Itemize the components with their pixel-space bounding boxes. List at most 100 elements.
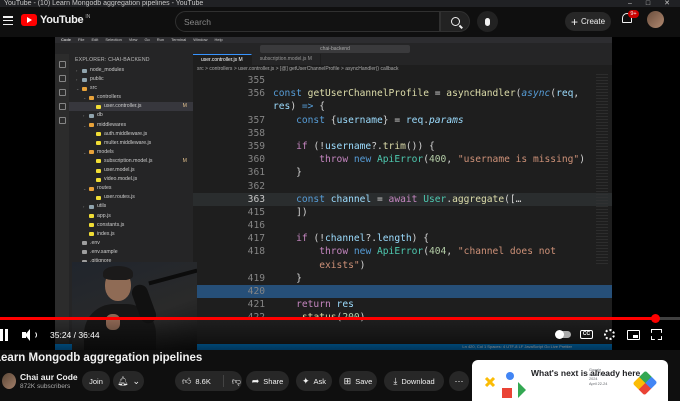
file-tree-label: controllers — [97, 94, 121, 101]
voice-search-button[interactable] — [477, 11, 498, 32]
ask-button[interactable]: ✦ Ask — [296, 371, 332, 391]
vscode-title-bar: chai-backend — [55, 43, 612, 54]
volume-icon[interactable] — [22, 329, 38, 341]
line-number: 358 — [247, 127, 265, 139]
search-button[interactable] — [440, 11, 470, 32]
time-display: 35:24 / 36:44 — [50, 330, 100, 340]
ad-brand-line: Google Cloud Next 2024 — [589, 368, 608, 382]
search-input[interactable]: Search — [175, 11, 440, 32]
folder-icon — [82, 86, 87, 91]
file-tree: › node_modules › public ⌄ src ⌄ controllers user… — [69, 66, 193, 266]
download-button[interactable]: ⤓ Download — [384, 371, 444, 391]
window-controls[interactable]: – □ ✕ — [628, 0, 680, 7]
file-tree-item: multer.middleware.js — [69, 139, 193, 148]
code-line: 421 return res — [193, 298, 612, 311]
notifications-button[interactable]: 9+ — [621, 10, 639, 27]
code-text: } — [273, 167, 302, 179]
thumbs-down-icon[interactable]: 👎︎ — [232, 376, 241, 386]
file-tree-label: constants.js — [97, 221, 125, 228]
file-tree-label: models — [97, 148, 114, 155]
file-tree-label: .env.sample — [90, 248, 118, 255]
more-button[interactable]: ⋯ — [449, 371, 469, 391]
channel-name[interactable]: Chai aur Code — [20, 372, 78, 382]
youtube-header: YouTube IN Search + Create 9+ — [0, 7, 680, 37]
file-tree-label: multer.middleware.js — [104, 139, 152, 146]
file-tree-item: .env — [69, 239, 193, 248]
line-number: 419 — [247, 272, 265, 284]
file-tree-item: .env.sample — [69, 248, 193, 257]
file-tree-item: user.controller.js M — [69, 102, 193, 112]
extensions-icon — [58, 117, 66, 124]
activity-bar — [55, 54, 69, 350]
settings-icon[interactable] — [604, 328, 618, 341]
line-number: 356 — [247, 88, 265, 100]
channel-avatar[interactable] — [2, 373, 16, 389]
video-player[interactable]: Code File Edit Selection View Go Run Terminal Wi… — [0, 37, 680, 350]
code-line: 417 if (!channel?.length) { — [193, 232, 612, 245]
code-text: res) => { — [273, 101, 326, 113]
line-number: 420 — [247, 286, 265, 297]
save-button[interactable]: ⊞ Save — [339, 371, 377, 391]
minimap — [596, 74, 608, 264]
mac-menu-item: Selection — [105, 37, 122, 42]
file-tree-label: node_modules — [90, 67, 125, 73]
file-tree-item: ⌄ controllers — [69, 93, 193, 102]
file-tree-item: index.js — [69, 230, 193, 239]
ad-date: April 22-24 — [589, 381, 608, 386]
code-text: return res — [296, 299, 354, 311]
account-avatar[interactable] — [647, 11, 664, 28]
thumbs-up-icon[interactable]: 👍︎ — [182, 376, 191, 386]
create-button[interactable]: + Create — [565, 12, 611, 31]
mac-menu-item: Code — [61, 37, 71, 42]
code-line: 363 const channel = await User.aggregate… — [193, 192, 612, 206]
file-tree-item: subscription.model.js M — [69, 157, 193, 166]
editor-area: user.controller.js Msubscription.model.j… — [193, 54, 612, 350]
code-text: exists") — [319, 259, 366, 271]
file-tree-label: db — [97, 112, 103, 119]
file-icon — [89, 232, 94, 237]
subscriber-count: 872K subscribers — [20, 383, 71, 390]
file-tree-label: user.controller.js — [104, 103, 142, 110]
miniplayer-icon[interactable] — [627, 328, 641, 341]
file-tree-label: app.js — [97, 212, 111, 219]
pause-icon[interactable] — [0, 329, 8, 341]
ad-brand: Google Cloud Next 2024 April 22-24 — [589, 368, 611, 388]
join-button[interactable]: Join — [82, 371, 110, 391]
line-number: 418 — [247, 246, 265, 258]
mac-menu-item: File — [78, 37, 85, 42]
file-icon — [89, 223, 94, 228]
logo-country: IN — [85, 14, 91, 20]
share-label: Share — [263, 376, 284, 386]
line-number: 360 — [247, 154, 265, 166]
youtube-logo[interactable]: YouTube IN — [21, 14, 90, 26]
file-icon — [82, 241, 87, 246]
fullscreen-icon[interactable] — [651, 328, 665, 341]
file-tree-item: ⌄ models — [69, 148, 193, 157]
file-tree-item: app.js — [69, 212, 193, 221]
captions-icon[interactable]: CC — [580, 328, 594, 341]
file-icon — [96, 159, 101, 164]
player-controls: 35:24 / 36:44 CC — [0, 320, 680, 350]
code-line: 362 — [193, 180, 612, 193]
ask-label: Ask — [313, 376, 327, 386]
file-icon — [96, 132, 101, 137]
menu-icon[interactable] — [3, 16, 13, 25]
code-line: 357 const {username} = req.params — [193, 114, 612, 127]
subscribed-bell-button[interactable]: 🔔︎ ⌄ — [113, 371, 144, 391]
file-icon — [82, 250, 87, 255]
like-dislike-button[interactable]: 👍︎ 8.6K 👎︎ — [175, 371, 242, 391]
command-center: chai-backend — [260, 44, 410, 53]
autoplay-toggle-icon[interactable] — [555, 328, 571, 341]
file-tree-label: user.routes.js — [104, 194, 135, 201]
ad-card[interactable]: What's next is already here Google Cloud… — [472, 360, 668, 401]
file-tree-item: constants.js — [69, 221, 193, 230]
code-line: 416 — [193, 219, 612, 232]
search-files-icon — [58, 75, 66, 82]
code-line: 419 } — [193, 272, 612, 285]
file-tree-item: ⌄ routes — [69, 184, 193, 193]
share-button[interactable]: ➦ Share — [246, 371, 289, 391]
ad-headline: What's next is already here — [531, 368, 641, 378]
file-icon — [96, 141, 101, 146]
file-tree-item: › public — [69, 75, 193, 84]
code-text: const {username} = req.params — [296, 114, 464, 126]
